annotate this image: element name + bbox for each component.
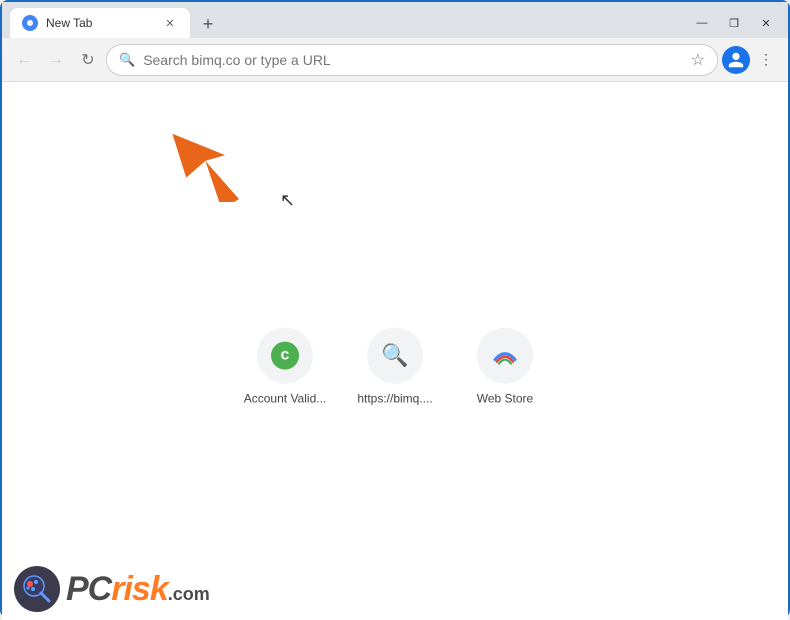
toolbar-right: ⋮ (722, 46, 780, 74)
pcrisk-pc-text: PC (66, 572, 111, 606)
arrow-annotation (172, 112, 292, 202)
pcrisk-com-text: .com (168, 584, 210, 605)
tab-title: New Tab (46, 16, 154, 30)
shortcut-circle-account[interactable]: c (257, 328, 313, 384)
shortcut-label-bimq: https://bimq.... (357, 392, 432, 406)
restore-button[interactable]: ❐ (720, 12, 748, 34)
browser-content: ↖ c Account Valid... 🔍 https://bimq.... (2, 82, 788, 620)
address-input[interactable] (143, 52, 682, 68)
shortcut-account-valid[interactable]: c Account Valid... (242, 328, 328, 406)
window-controls: — ❐ ✕ (688, 12, 780, 34)
active-tab[interactable]: New Tab ✕ (10, 8, 190, 38)
title-bar: New Tab ✕ + — ❐ ✕ (2, 2, 788, 38)
shortcut-label-account: Account Valid... (244, 392, 327, 406)
webstore-icon (491, 342, 519, 370)
tab-close-button[interactable]: ✕ (162, 15, 178, 31)
forward-button[interactable]: → (42, 46, 70, 74)
new-tab-button[interactable]: + (194, 10, 222, 38)
shortcut-bimq[interactable]: 🔍 https://bimq.... (352, 328, 438, 406)
shortcut-label-webstore: Web Store (477, 392, 533, 406)
search-icon: 🔍 (381, 343, 408, 369)
shortcut-webstore[interactable]: Web Store (462, 328, 548, 406)
back-button[interactable]: ← (10, 46, 38, 74)
pcrisk-logo (14, 566, 60, 612)
address-bar[interactable]: 🔍 ☆ (106, 44, 718, 76)
tab-favicon (22, 15, 38, 31)
shortcut-circle-bimq[interactable]: 🔍 (367, 328, 423, 384)
address-search-icon: 🔍 (119, 52, 135, 68)
refresh-button[interactable]: ↻ (74, 46, 102, 74)
cursor-indicator: ↖ (280, 190, 295, 211)
pcrisk-risk-text: risk (111, 572, 168, 606)
minimize-button[interactable]: — (688, 12, 716, 34)
close-button[interactable]: ✕ (752, 12, 780, 34)
shortcut-circle-webstore[interactable] (477, 328, 533, 384)
bookmark-icon[interactable]: ☆ (691, 50, 705, 70)
pcrisk-watermark: PC risk .com (14, 566, 210, 612)
toolbar: ← → ↻ 🔍 ☆ ⋮ (2, 38, 788, 82)
shortcuts-section: c Account Valid... 🔍 https://bimq.... We… (242, 328, 548, 406)
profile-icon (727, 51, 745, 69)
menu-button[interactable]: ⋮ (752, 46, 780, 74)
tab-strip: New Tab ✕ + (10, 8, 688, 38)
profile-button[interactable] (722, 46, 750, 74)
favicon-c-icon: c (271, 342, 299, 370)
